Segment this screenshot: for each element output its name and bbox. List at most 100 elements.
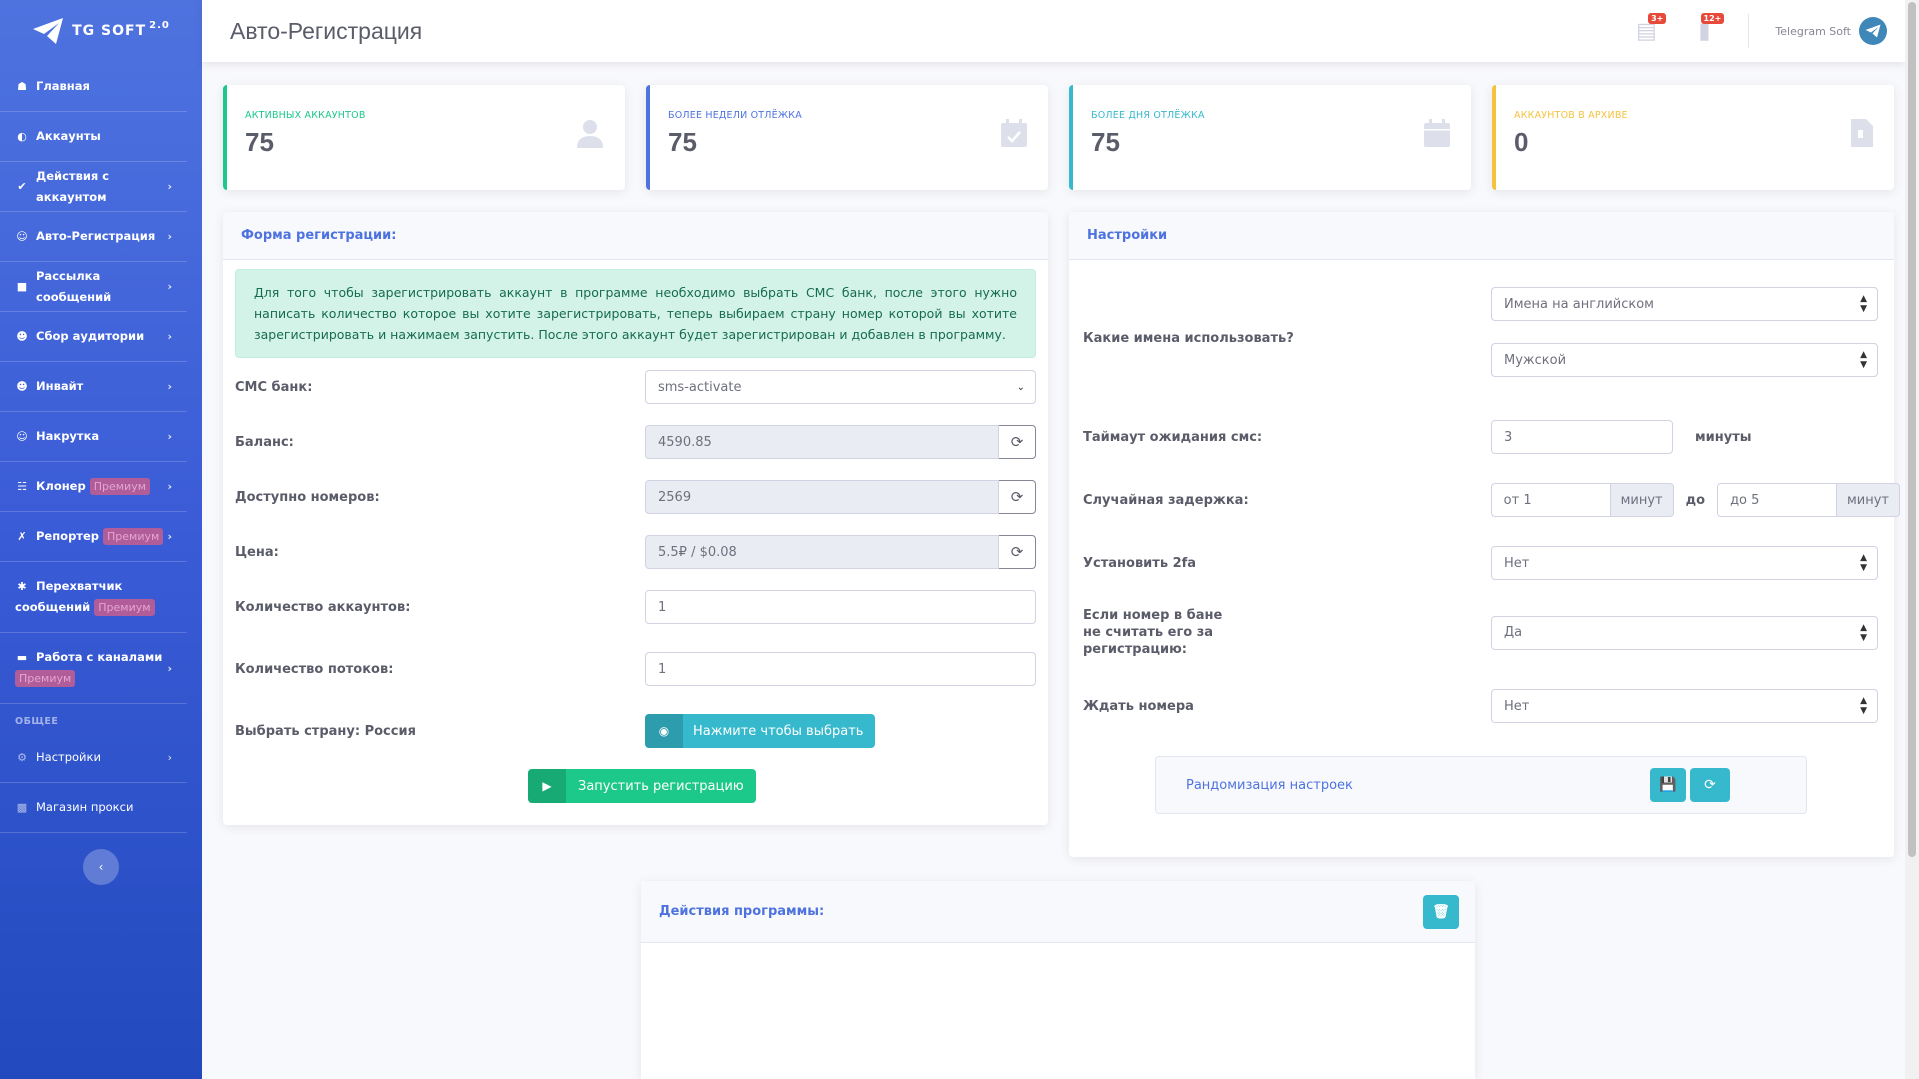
topbar-divider [1748, 14, 1750, 48]
sidebar-item-interceptor[interactable]: ✱ Перехватчик сообщений Премиум [0, 562, 187, 633]
sidebar-item-cloner[interactable]: ☵ Клонер Премиум › [0, 462, 187, 512]
save-icon: 💾 [1659, 777, 1677, 793]
clear-log-button[interactable]: 🗑 [1423, 894, 1459, 929]
sidebar-toggle-button[interactable]: ‹ [83, 849, 119, 885]
sidebar-item-settings[interactable]: ⚙ Настройки › [0, 733, 187, 783]
twofa-row: Установить 2fa Нет ▲ ▼ [1083, 546, 1880, 580]
globe-icon: ◉ [645, 714, 683, 748]
banned-number-select[interactable]: Да ▲ ▼ [1491, 615, 1878, 650]
start-registration-button[interactable]: ▶ Запустить регистрацию [528, 769, 756, 803]
random-delay-row: Случайная задержка: от 1 минут до до 5 м… [1083, 483, 1901, 517]
balance-field: 4590.85 [645, 425, 999, 459]
select-country-button[interactable]: ◉ Нажмите чтобы выбрать [645, 714, 876, 748]
sync-icon: ⟳ [1010, 488, 1024, 506]
field-label: Количество аккаунтов: [235, 599, 411, 615]
refresh-balance-button[interactable]: ⟳ [998, 425, 1036, 459]
page-title: Авто-Регистрация [230, 17, 423, 44]
registration-form-panel: Форма регистрации: Для того чтобы зареги… [223, 212, 1048, 825]
stat-value: 75 [1091, 127, 1120, 157]
check-circle-icon: ✔ [17, 180, 27, 193]
field-label: Ждать номера [1083, 698, 1194, 714]
sort-icon: ▲ ▼ [1860, 622, 1867, 643]
delay-to-input[interactable]: до 5 [1717, 483, 1837, 517]
sort-icon: ▲ ▼ [1860, 350, 1867, 370]
sms-bank-select[interactable]: sms-activate ⌄ [645, 370, 1036, 404]
sidebar-item-accounts[interactable]: ◐ Аккаунты [0, 112, 187, 162]
chevron-left-icon: ‹ [98, 860, 104, 874]
banned-number-row: Если номер в бане не считать его за реги… [1083, 607, 1880, 658]
stat-card-week: БОЛЕЕ НЕДЕЛИ ОТЛЁЖКА 75 [646, 85, 1048, 190]
sidebar-item-home[interactable]: ☗ Главная [0, 62, 187, 112]
field-label: Выбрать страну: Россия [235, 723, 416, 739]
wait-number-select[interactable]: Нет ▲ ▼ [1491, 689, 1878, 723]
sidebar-item-boost[interactable]: ☺ Накрутка › [0, 412, 187, 462]
randomize-button[interactable]: ⟳ [1690, 768, 1730, 802]
accounts-count-input[interactable]: 1 [645, 590, 1036, 624]
chevron-right-icon: › [167, 480, 172, 493]
sidebar-item-reporter[interactable]: ✗ Репортер Премиум › [0, 512, 187, 562]
user-clock-icon: ☺ [16, 430, 28, 443]
play-icon: ▶ [528, 769, 566, 803]
sidebar-item-mailing[interactable]: ■ Рассылка сообщений › [0, 262, 187, 312]
randomize-label: Рандомизация настроек [1186, 777, 1353, 793]
sidebar-item-auto-registration[interactable]: ☺ Авто-Регистрация › [0, 212, 187, 262]
accounts-count-row: Количество аккаунтов: 1 [235, 590, 1036, 624]
user-name[interactable]: Telegram Soft [1775, 25, 1851, 38]
field-label: Цена: [235, 544, 279, 560]
sort-icon: ▲ ▼ [1860, 553, 1867, 573]
scroll-thumb[interactable] [1908, 2, 1916, 857]
delay-from-input[interactable]: от 1 [1490, 483, 1611, 517]
brand[interactable]: TG SOFT 2.0 [0, 0, 202, 62]
sidebar-item-audience[interactable]: ☻ Сбор аудитории › [0, 312, 187, 362]
wait-number-row: Ждать номера Нет ▲ ▼ [1083, 689, 1880, 723]
field-label: Если номер в бане не считать его за реги… [1083, 608, 1223, 657]
stat-card-archive: АККАУНТОВ В АРХИВЕ 0 [1492, 85, 1894, 190]
refresh-price-button[interactable]: ⟳ [998, 535, 1036, 569]
panel-title: Форма регистрации: [223, 212, 1048, 260]
asterisk-icon: ✱ [17, 580, 27, 593]
tachometer-icon: ☗ [17, 80, 27, 93]
sync-icon: ⟳ [1010, 543, 1024, 561]
randomize-settings-box: Рандомизация настроек 💾 ⟳ [1155, 756, 1807, 814]
user-icon [575, 118, 605, 155]
redo-icon: ⟳ [1704, 777, 1716, 793]
names-gender-select[interactable]: Мужской ▲ ▼ [1491, 343, 1878, 377]
stat-value: 0 [1514, 127, 1529, 157]
field-label: Баланс: [235, 434, 294, 450]
sidebar-item-proxy-shop[interactable]: ▩ Магазин прокси [0, 783, 187, 833]
alerts-button[interactable]: ▤ 3+ [1632, 13, 1667, 45]
chevron-right-icon: › [167, 280, 172, 293]
chevron-right-icon: › [167, 380, 172, 393]
messages-button[interactable]: ▮ 12+ [1690, 13, 1725, 45]
twofa-select[interactable]: Нет ▲ ▼ [1491, 546, 1878, 580]
sidebar-item-channels[interactable]: ▬ Работа с каналами Премиум › [0, 633, 187, 704]
save-settings-button[interactable]: 💾 [1650, 768, 1686, 802]
chevron-right-icon: › [167, 180, 172, 193]
field-label: Случайная задержка: [1083, 492, 1249, 508]
chevron-right-icon: › [167, 751, 172, 764]
names-row: Какие имена использовать? Имена на англи… [1083, 287, 1880, 377]
stat-label: АККАУНТОВ В АРХИВЕ [1514, 110, 1628, 121]
settings-panel: Настройки Какие имена использовать? Имен… [1069, 212, 1901, 857]
threads-count-input[interactable]: 1 [645, 652, 1036, 686]
threads-count-row: Количество потоков: 1 [235, 652, 1036, 686]
avatar[interactable] [1859, 17, 1887, 45]
comment-icon: ■ [16, 280, 28, 293]
trash-icon: 🗑 [1432, 903, 1450, 920]
chevron-right-icon: › [167, 530, 172, 543]
refresh-numbers-button[interactable]: ⟳ [998, 480, 1036, 514]
stat-value: 75 [245, 127, 274, 157]
sms-timeout-input[interactable]: 3 [1491, 420, 1673, 454]
gauge-icon: ◐ [17, 130, 27, 143]
names-language-select[interactable]: Имена на английском ▲ ▼ [1491, 287, 1878, 321]
paper-plane-icon [33, 18, 64, 44]
sidebar-item-account-actions[interactable]: ✔ Действия с аккаунтом › [0, 162, 187, 212]
page-scrollbar[interactable] [1905, 0, 1919, 1079]
stat-label: АКТИВНЫХ АККАУНТОВ [245, 110, 366, 121]
sidebar: TG SOFT 2.0 ☗ Главная ◐ Аккаунты ✔ Действ… [0, 0, 202, 1079]
numbers-row: Доступно номеров: 2569 ⟳ [235, 480, 1036, 514]
sidebar-item-invite[interactable]: ☻ Инвайт › [0, 362, 187, 412]
start-row: ▶ Запустить регистрацию [528, 769, 756, 803]
numbers-field: 2569 [645, 480, 999, 514]
cog-icon: ⚙ [17, 751, 27, 764]
